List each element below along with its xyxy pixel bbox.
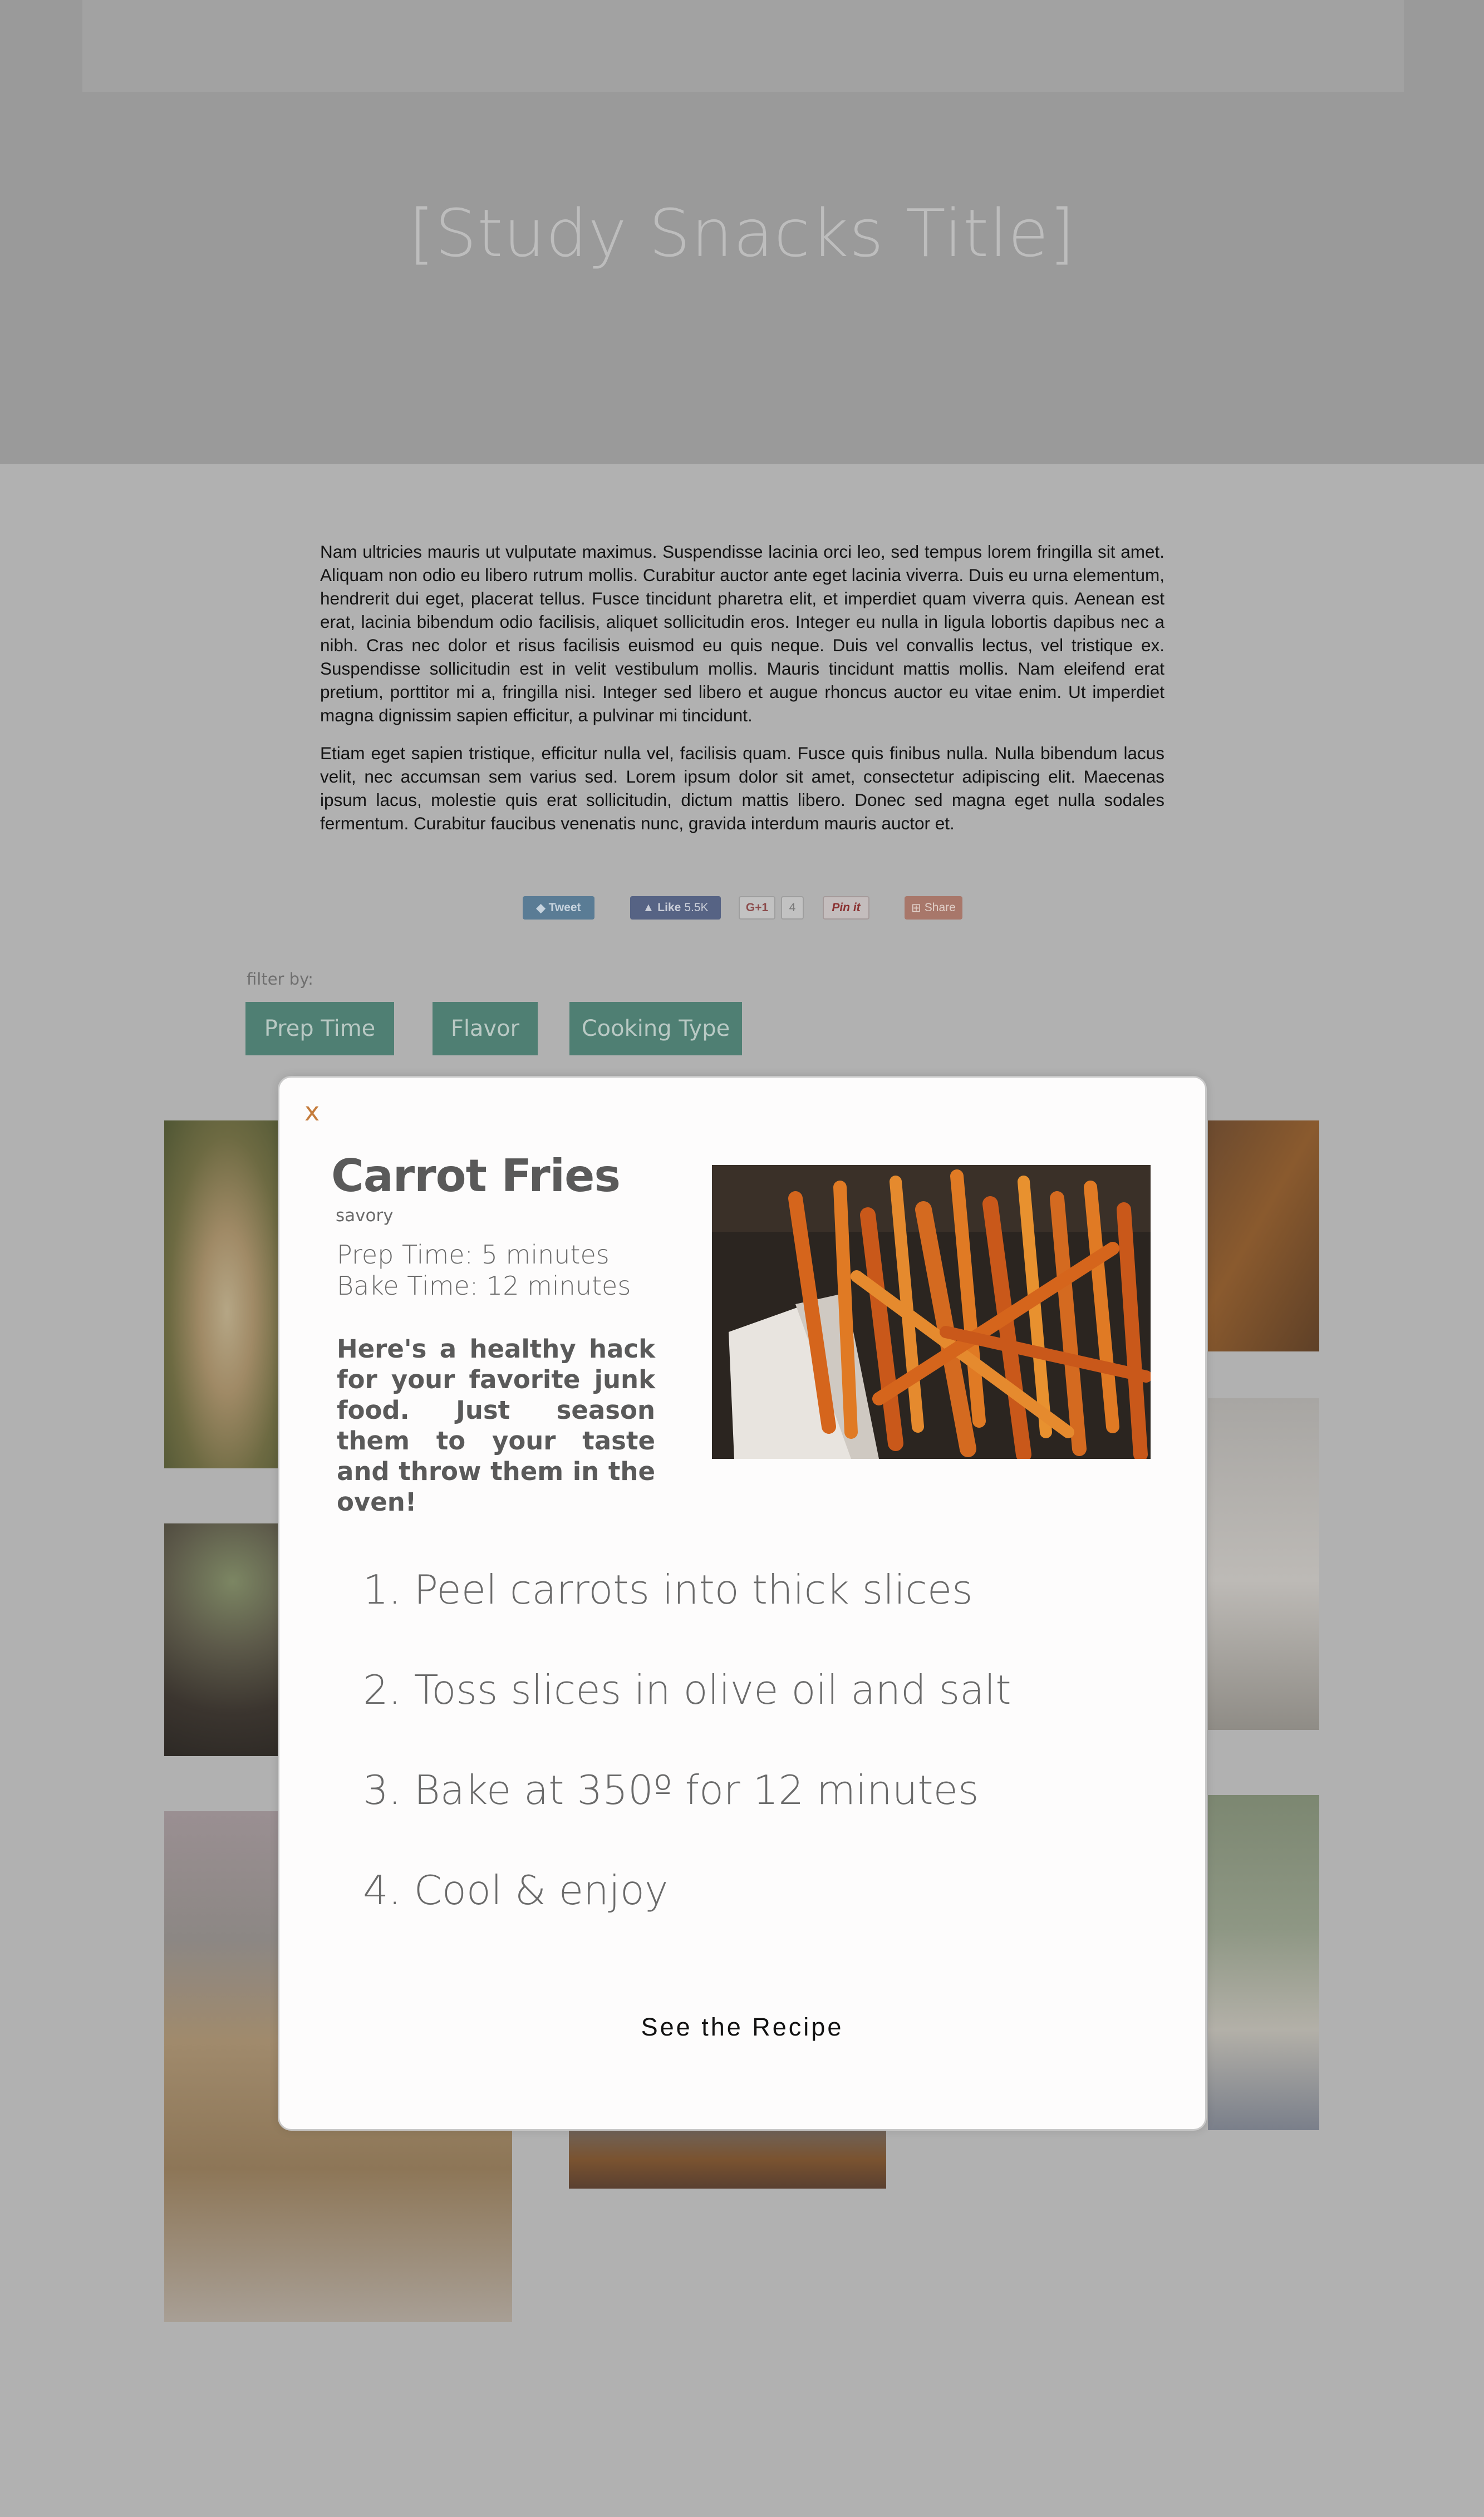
recipe-category: savory xyxy=(336,1206,394,1226)
recipe-step: 2. Toss slices in olive oil and salt xyxy=(363,1666,1011,1713)
twitter-bird-icon: ◆ xyxy=(536,901,546,915)
intro-paragraph: Etiam eget sapien tristique, efficitur n… xyxy=(320,743,1164,833)
filter-label: filter by: xyxy=(247,970,313,989)
hero-title: [Study Snacks Title] xyxy=(409,195,1075,272)
share-button[interactable]: ⊞ Share xyxy=(905,896,962,920)
recipe-description: Here's a healthy hack for your favorite … xyxy=(337,1334,655,1517)
recipe-step: 3. Bake at 350º for 12 minutes xyxy=(363,1767,979,1813)
filter-cooking-type-button[interactable]: Cooking Type xyxy=(569,1002,742,1055)
prep-time: Prep Time: 5 minutes xyxy=(337,1240,610,1270)
facebook-like-button[interactable]: ▲ Like 5.5K xyxy=(630,896,721,920)
carrot-fries-photo xyxy=(712,1165,1151,1459)
recipe-tile-fries-image[interactable] xyxy=(1208,1120,1319,1351)
recipe-steps: 1. Peel carrots into thick slices 2. Tos… xyxy=(363,1565,1011,1965)
recipe-tile-avocado-toast-image[interactable] xyxy=(164,1523,278,1756)
carrot-fries-illustration xyxy=(712,1165,1151,1459)
thumbs-up-icon: ▲ xyxy=(642,901,655,914)
intro-paragraph: Nam ultricies mauris ut vulputate maximu… xyxy=(320,542,1164,725)
hero-banner: [Study Snacks Title] xyxy=(0,0,1484,464)
recipe-times: Prep Time: 5 minutes Bake Time: 12 minut… xyxy=(337,1239,631,1301)
bake-time: Bake Time: 12 minutes xyxy=(337,1271,631,1301)
google-plus-button[interactable]: G+1 xyxy=(739,896,775,920)
recipe-step: 1. Peel carrots into thick slices xyxy=(363,1566,973,1613)
recipe-modal: x Carrot Fries savory Prep Time: 5 minut… xyxy=(278,1076,1207,2131)
tweet-label: Tweet xyxy=(548,901,581,914)
like-count: 5.5K xyxy=(684,901,709,914)
google-plus-count: 4 xyxy=(781,896,804,920)
filter-flavor-button[interactable]: Flavor xyxy=(433,1002,538,1055)
recipe-tile-cauliflower-image[interactable] xyxy=(1208,1795,1319,2130)
recipe-tile-quesadilla-image[interactable] xyxy=(164,1120,278,1468)
close-modal-button[interactable]: x xyxy=(304,1097,320,1127)
filter-prep-time-button[interactable]: Prep Time xyxy=(245,1002,394,1055)
recipe-tile-cup-image[interactable] xyxy=(1208,1398,1319,1730)
plus-box-icon: ⊞ xyxy=(911,901,921,915)
tweet-button[interactable]: ◆ Tweet xyxy=(523,896,594,920)
recipe-step: 4. Cool & enjoy xyxy=(363,1867,669,1914)
top-nav-strip xyxy=(82,0,1404,92)
see-recipe-link[interactable]: See the Recipe xyxy=(279,2013,1205,2042)
pinterest-button[interactable]: Pin it xyxy=(823,896,869,920)
recipe-title: Carrot Fries xyxy=(331,1150,621,1202)
intro-text: Nam ultricies mauris ut vulputate maximu… xyxy=(320,540,1164,835)
like-label: Like xyxy=(657,901,681,914)
recipe-tile-waffle-image[interactable] xyxy=(569,2130,886,2189)
share-label: Share xyxy=(924,901,956,914)
